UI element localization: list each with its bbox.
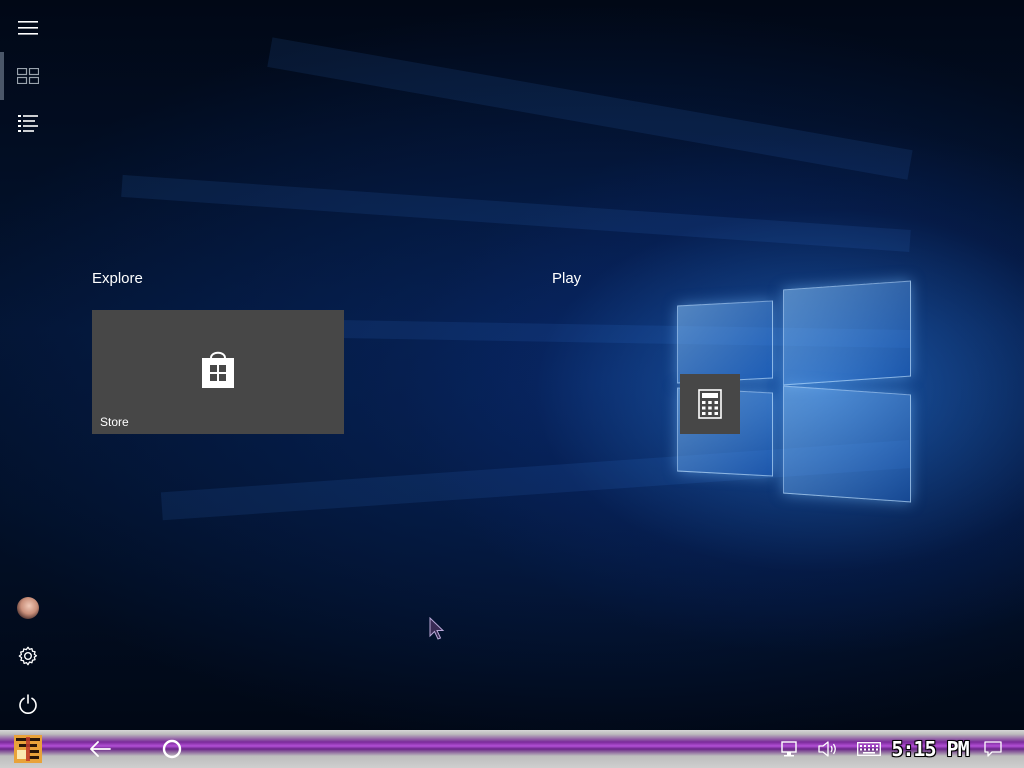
- menu-button[interactable]: [0, 4, 56, 52]
- network-button[interactable]: [776, 730, 804, 768]
- back-arrow-icon: [90, 741, 111, 757]
- tile-store[interactable]: Store: [92, 310, 344, 434]
- volume-button[interactable]: [814, 730, 842, 768]
- group-title-explore[interactable]: Explore: [92, 270, 143, 287]
- calculator-icon: [698, 389, 722, 419]
- store-bag-icon: [202, 351, 234, 388]
- menu-icon: [18, 21, 38, 35]
- all-apps-list-icon: [18, 115, 38, 132]
- cortana-circle-icon: [162, 739, 182, 759]
- user-avatar: [17, 597, 39, 619]
- action-center-icon: [984, 741, 1002, 757]
- start-button[interactable]: [0, 730, 56, 768]
- all-apps-button[interactable]: [0, 100, 56, 148]
- taskbar-clock[interactable]: 5:15 PM: [888, 730, 972, 768]
- tiles-view-icon: [17, 68, 39, 84]
- volume-icon: [818, 741, 836, 757]
- taskbar: 5:15 PM: [0, 730, 1024, 768]
- back-button[interactable]: [84, 730, 116, 768]
- settings-button[interactable]: [0, 632, 56, 680]
- group-title-play[interactable]: Play: [552, 270, 581, 287]
- tile-store-label: Store: [100, 415, 129, 429]
- action-center-button[interactable]: [980, 730, 1006, 768]
- settings-gear-icon: [18, 646, 38, 666]
- network-icon: [781, 741, 797, 757]
- cortana-button[interactable]: [156, 730, 188, 768]
- power-icon: [19, 694, 37, 714]
- touch-keyboard-button[interactable]: [854, 730, 884, 768]
- start-logo-icon: [14, 735, 42, 763]
- keyboard-icon: [857, 742, 881, 756]
- tile-calculator[interactable]: [680, 374, 740, 434]
- power-button[interactable]: [0, 680, 56, 728]
- user-account-button[interactable]: [0, 584, 56, 632]
- tiles-view-button[interactable]: [0, 52, 56, 100]
- mouse-cursor-icon: [429, 617, 445, 640]
